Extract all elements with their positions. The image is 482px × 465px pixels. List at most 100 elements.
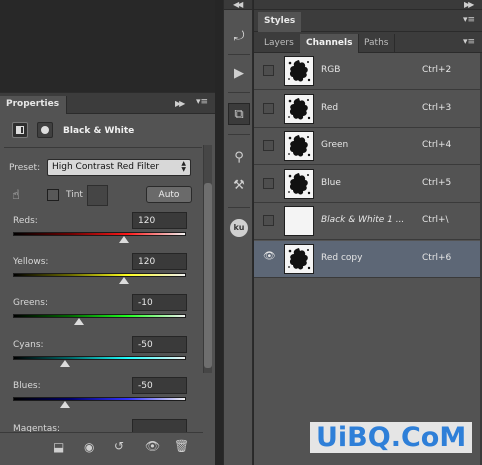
channel-name: Blue: [321, 177, 341, 188]
panel-menu-icon[interactable]: ▾≡: [196, 97, 208, 107]
tint-color-swatch[interactable]: [87, 185, 108, 206]
visibility-toggle[interactable]: [263, 140, 274, 151]
reset-icon[interactable]: ↺: [114, 439, 124, 453]
channels-panel: ▶▶ Styles ▾≡ Layers Channels Paths ▾≡ RG…: [254, 0, 482, 465]
auto-button[interactable]: Auto: [146, 186, 192, 203]
slider-label: Greens:: [13, 298, 48, 308]
select-arrows-icon: ▲ ▼: [181, 160, 186, 173]
adjustment-title: Black & White: [63, 126, 135, 136]
visibility-eye-icon[interactable]: 👁: [145, 439, 160, 453]
tab-paths[interactable]: Paths: [358, 34, 396, 53]
visibility-toggle[interactable]: [263, 102, 274, 114]
brush-presets-icon[interactable]: ⚲: [228, 147, 250, 169]
channel-shortcut: Ctrl+2: [422, 65, 452, 75]
3d-icon[interactable]: ⧉: [228, 103, 250, 125]
preset-value: High Contrast Red Filter: [52, 162, 160, 172]
tint-label: Tint: [66, 190, 83, 200]
styles-tab[interactable]: Styles: [258, 12, 302, 32]
styles-header: Styles ▾≡: [254, 10, 482, 32]
history-icon[interactable]: ⤾: [228, 26, 250, 48]
divider: [228, 134, 250, 135]
properties-tab[interactable]: Properties: [0, 96, 68, 114]
ink-splatter-image: [288, 172, 311, 194]
visibility-toggle[interactable]: [263, 177, 274, 189]
channel-row[interactable]: Green Ctrl+4: [254, 128, 482, 165]
channel-shortcut: Ctrl+6: [422, 252, 452, 263]
view-previous-state-icon[interactable]: ◉: [84, 440, 94, 454]
collapse-panel-icon[interactable]: ▶▶: [175, 99, 185, 108]
channel-thumbnail: [284, 56, 314, 86]
slider-thumb[interactable]: [59, 360, 70, 367]
tab-channels[interactable]: Channels: [300, 34, 360, 53]
visibility-toggle[interactable]: [263, 65, 274, 76]
preset-label: Preset:: [9, 163, 41, 173]
channel-thumbnail: [284, 131, 314, 161]
slider-value-field[interactable]: 120: [132, 253, 187, 270]
channel-name: Red copy: [321, 252, 363, 263]
tool-presets-icon[interactable]: ⚒: [228, 175, 250, 197]
preset-select[interactable]: High Contrast Red Filter ▲ ▼: [47, 159, 191, 176]
channel-name: Black & White 1 ...: [321, 215, 405, 225]
properties-header: Properties ▶▶ ▾≡: [0, 93, 215, 114]
visibility-eye-icon[interactable]: 👁: [263, 251, 276, 262]
slider-track[interactable]: [13, 356, 186, 360]
channel-row[interactable]: Black & White 1 ... Ctrl+\: [254, 203, 482, 240]
adjustment-mode-icon[interactable]: [12, 122, 28, 138]
collapse-dock-icon[interactable]: ▶▶: [464, 0, 474, 9]
channels-tab-bar: Layers Channels Paths ▾≡: [254, 32, 482, 53]
slider-thumb[interactable]: [73, 318, 84, 325]
slider-track[interactable]: [13, 232, 186, 236]
channel-thumbnail: [284, 243, 314, 274]
ink-splatter-image: [288, 247, 311, 269]
slider-label: Blues:: [13, 381, 41, 391]
slider-thumb[interactable]: [118, 236, 129, 243]
styles-menu-icon[interactable]: ▾≡: [463, 15, 475, 25]
slider-track[interactable]: [13, 314, 186, 318]
channels-top-bar: ▶▶: [254, 0, 482, 10]
channel-shortcut: Ctrl+\: [422, 215, 449, 225]
slider-label: Cyans:: [13, 340, 44, 350]
watermark: UiBQ.CoM: [310, 422, 473, 453]
slider-thumb[interactable]: [118, 277, 129, 284]
channel-shortcut: Ctrl+3: [422, 102, 452, 113]
slider-label: Yellows:: [13, 257, 49, 267]
mask-mode-icon[interactable]: [37, 122, 53, 138]
expand-panels-icon[interactable]: ◀◀: [233, 0, 243, 9]
panel-gap: [215, 0, 223, 465]
slider-value-field[interactable]: -50: [132, 377, 187, 394]
properties-panel: Properties ▶▶ ▾≡ Black & White Preset: H…: [0, 92, 215, 465]
visibility-toggle[interactable]: [263, 215, 274, 226]
channel-row[interactable]: 👁 Red copy Ctrl+6: [254, 240, 482, 278]
slider-value-field[interactable]: -10: [132, 294, 187, 311]
channel-thumbnail: [284, 168, 314, 199]
slider-thumb[interactable]: [59, 401, 70, 408]
channels-menu-icon[interactable]: ▾≡: [463, 37, 475, 47]
properties-footer: ⬓ ◉ ↺ 👁 🗑: [0, 432, 203, 465]
kuler-icon[interactable]: ku: [230, 219, 248, 237]
divider: [228, 207, 250, 208]
channel-name: RGB: [321, 65, 341, 75]
channel-name: Green: [321, 140, 349, 150]
ink-splatter-image: [288, 97, 311, 119]
slider-track[interactable]: [13, 397, 186, 401]
channel-row[interactable]: Blue Ctrl+5: [254, 166, 482, 203]
targeted-adjustment-hand-icon[interactable]: ☝: [12, 188, 20, 203]
slider-value-field[interactable]: -50: [132, 336, 187, 353]
slider-label: Reds:: [13, 216, 38, 226]
channel-shortcut: Ctrl+5: [422, 177, 452, 188]
divider: [228, 54, 250, 55]
strip-top-bar: ◀◀: [224, 0, 252, 10]
channel-thumbnail: [284, 206, 314, 236]
tint-checkbox[interactable]: [47, 189, 59, 201]
channel-thumbnail: [284, 93, 314, 124]
delete-trash-icon[interactable]: 🗑: [174, 439, 189, 453]
actions-play-icon[interactable]: ▶: [228, 63, 250, 85]
channel-row[interactable]: RGB Ctrl+2: [254, 53, 482, 90]
slider-value-field[interactable]: 120: [132, 212, 187, 229]
clip-to-layer-icon[interactable]: ⬓: [53, 440, 64, 454]
slider-track[interactable]: [13, 273, 186, 277]
channel-row[interactable]: Red Ctrl+3: [254, 91, 482, 128]
tab-layers[interactable]: Layers: [258, 34, 301, 53]
properties-scroll-thumb[interactable]: [204, 183, 212, 368]
ink-splatter-image: [288, 60, 311, 82]
